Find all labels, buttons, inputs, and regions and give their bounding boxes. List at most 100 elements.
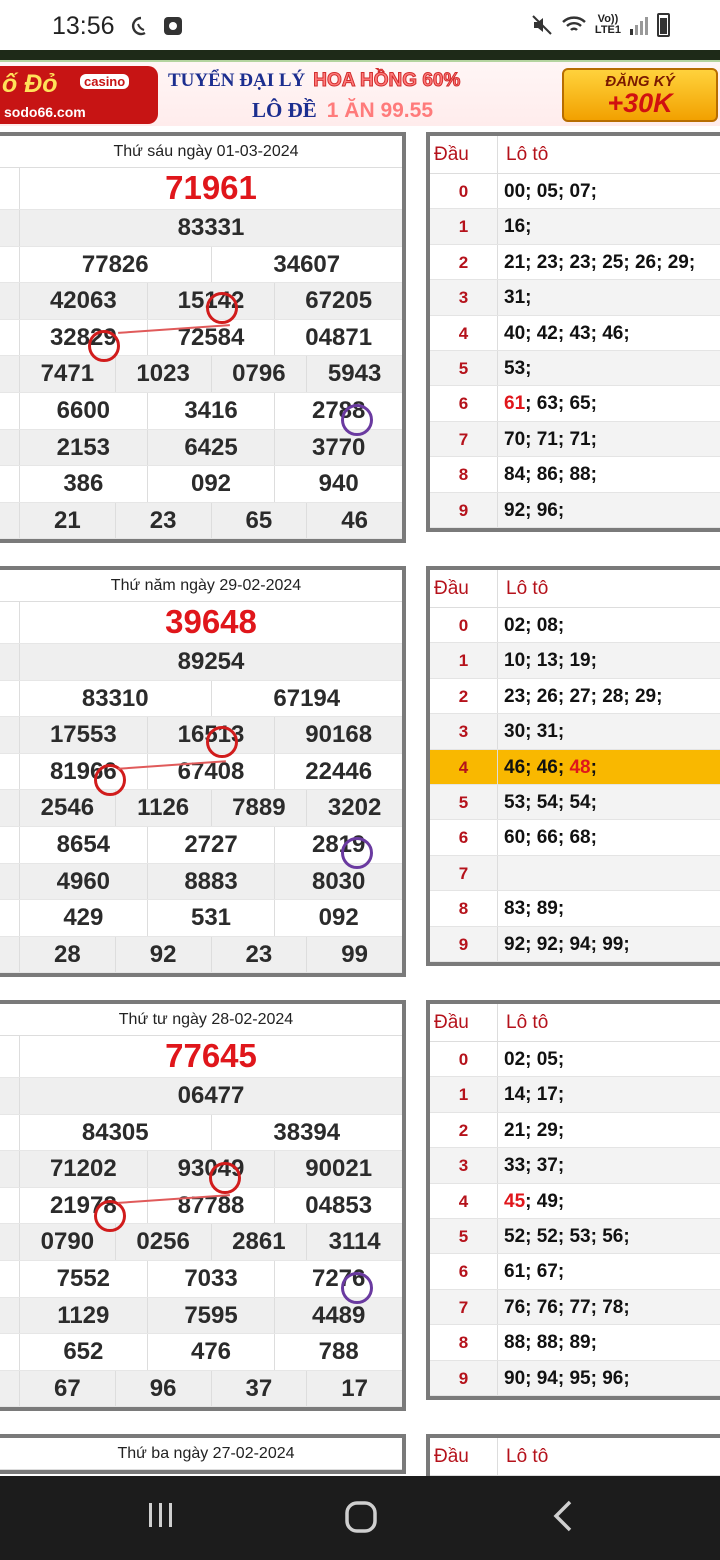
ad-banner[interactable]: ố Đỏ casino sodo66.com TUYỂN ĐẠI LÝ HOA H… — [0, 60, 720, 126]
prize-number: 652 — [20, 1334, 148, 1370]
result-date[interactable]: Thứ năm ngày 29-02-2024 — [0, 570, 402, 602]
loto-head-digit: 3 — [430, 714, 498, 749]
prize-number: 4489 — [311, 1301, 366, 1329]
prize-number: 89254 — [177, 648, 245, 675]
special-prize: 39648 — [165, 603, 257, 640]
prize-number: 17553 — [20, 717, 148, 753]
prize-number: 77826 — [20, 246, 212, 283]
loto-values: 21; 29; — [504, 1119, 565, 1141]
loto-values: 40; 42; 43; 46; — [504, 322, 630, 344]
prize-row: 42063 15142 67205 — [0, 283, 402, 320]
loto-values: 33; 37; — [504, 1155, 565, 1177]
result-date[interactable]: Thứ tư ngày 28-02-2024 — [0, 1004, 402, 1036]
prize-number: 6425 — [148, 429, 276, 466]
recents-icon[interactable] — [144, 1498, 178, 1532]
annotation-circle — [94, 1200, 126, 1232]
prize-number: 2819 — [311, 830, 366, 858]
prize-number: 38394 — [273, 1118, 341, 1146]
prize-row: 77826 34607 — [0, 246, 402, 284]
result-table: Thứ tư ngày 28-02-2024 77645 06477 84305 383… — [0, 1000, 406, 1412]
prize-number: 81966 — [20, 753, 148, 790]
loto-values: 61; 63; 65; — [504, 393, 597, 415]
loto-row: 5 53; 54; 54; — [430, 784, 720, 821]
loto-row: 7 76; 76; 77; 78; — [430, 1289, 720, 1326]
loto-head-digit: 2 — [430, 678, 498, 714]
loto-values: 46; 46; 48; — [504, 756, 597, 778]
prize-number: 3416 — [148, 392, 276, 429]
prize-number: 46 — [341, 506, 368, 534]
result-date[interactable]: Thứ sáu ngày 01-03-2024 — [0, 136, 402, 168]
loto-row: 4 46; 46; 48; — [430, 749, 720, 785]
status-bar: 13:56 Vo)) LTE1 — [0, 0, 720, 56]
prize-number: 6600 — [20, 392, 148, 429]
loto-table: Đầu Lô tô — [426, 1434, 720, 1480]
loto-head-digit: 8 — [430, 891, 498, 926]
loto-row: 2 21; 23; 23; 25; 26; 29; — [430, 244, 720, 281]
ad-subline: LÔ ĐỀ 1 ĂN 99.55 — [252, 98, 433, 122]
loto-row: 0 02; 05; — [430, 1042, 720, 1078]
loto-row: 2 21; 29; — [430, 1112, 720, 1149]
prize-number: 84305 — [20, 1114, 212, 1151]
loto-head-digit: 7 — [430, 421, 498, 457]
loto-highlight: 48 — [569, 756, 591, 778]
loto-row: 8 83; 89; — [430, 891, 720, 927]
result-date[interactable]: Thứ ba ngày 27-02-2024 — [0, 1438, 402, 1470]
prize-number: 65 — [212, 502, 308, 539]
loto-head-digit: 4 — [430, 749, 498, 784]
prize-number: 17 — [341, 1374, 368, 1402]
loto-row: 7 70; 71; 71; — [430, 421, 720, 458]
prize-number: 22446 — [305, 757, 373, 785]
loto-head-digit: 2 — [430, 244, 498, 280]
annotation-circle — [206, 726, 238, 758]
prize-row: 652 476 788 — [0, 1334, 402, 1371]
loto-head-digit: 5 — [430, 1218, 498, 1254]
loto-values: 14; 17; — [504, 1084, 565, 1106]
prize-number: 476 — [148, 1334, 276, 1370]
loto-row: 2 23; 26; 27; 28; 29; — [430, 678, 720, 715]
loto-highlight: 45 — [504, 1190, 526, 1212]
prize-number: 3114 — [328, 1228, 381, 1256]
prize-number: 2861 — [212, 1224, 308, 1260]
special-prize-row: 71961 — [0, 168, 402, 210]
app-icon — [164, 17, 182, 35]
loto-values: 23; 26; 27; 28; 29; — [504, 685, 663, 707]
annotation-circle — [88, 330, 120, 362]
prize-number: 7552 — [20, 1260, 148, 1297]
special-prize-row: 77645 — [0, 1036, 402, 1078]
prize-row: 4960 8883 8030 — [0, 863, 402, 901]
loto-values: 92; 92; 94; 99; — [504, 933, 630, 955]
loto-head-digit: 1 — [430, 643, 498, 678]
loto-values: 30; 31; — [504, 721, 565, 743]
loto-head-digit: 8 — [430, 1325, 498, 1360]
prize-row: 7471 1023 0796 5943 — [0, 356, 402, 393]
prize-row: 06477 — [0, 1078, 402, 1115]
ad-register-button[interactable]: ĐĂNG KÝ +30K — [562, 68, 718, 122]
loto-head-digit: 9 — [430, 1360, 498, 1395]
loto-row: 3 31; — [430, 280, 720, 316]
signal-icon — [630, 17, 648, 35]
prize-number: 83331 — [177, 214, 245, 241]
loto-head-digit: 3 — [430, 280, 498, 315]
prize-number: 1129 — [20, 1297, 148, 1334]
prize-number: 37 — [212, 1370, 308, 1407]
prize-number: 429 — [20, 900, 148, 936]
loto-head-digit: 0 — [430, 1042, 498, 1077]
prize-number: 92 — [116, 936, 212, 973]
prize-row: 2546 1126 7889 3202 — [0, 790, 402, 827]
prize-number: 32829 — [20, 319, 148, 356]
home-icon[interactable] — [342, 1498, 380, 1536]
prize-number: 34607 — [273, 250, 341, 278]
prize-number: 940 — [318, 470, 359, 498]
loto-header-loto: Lô tô — [506, 144, 549, 165]
back-icon[interactable] — [548, 1498, 578, 1534]
prize-number: 67408 — [148, 753, 276, 790]
prize-number: 8883 — [148, 863, 276, 900]
prize-row: 67 96 37 17 — [0, 1370, 402, 1408]
loto-head-digit: 5 — [430, 784, 498, 820]
loto-values — [498, 856, 720, 890]
prize-row: 17553 16513 90168 — [0, 717, 402, 754]
prize-number: 2788 — [311, 396, 366, 424]
loto-head-digit: 1 — [430, 209, 498, 244]
loto-values: 00; 05; 07; — [504, 181, 597, 202]
loto-highlight: 61 — [504, 393, 526, 415]
